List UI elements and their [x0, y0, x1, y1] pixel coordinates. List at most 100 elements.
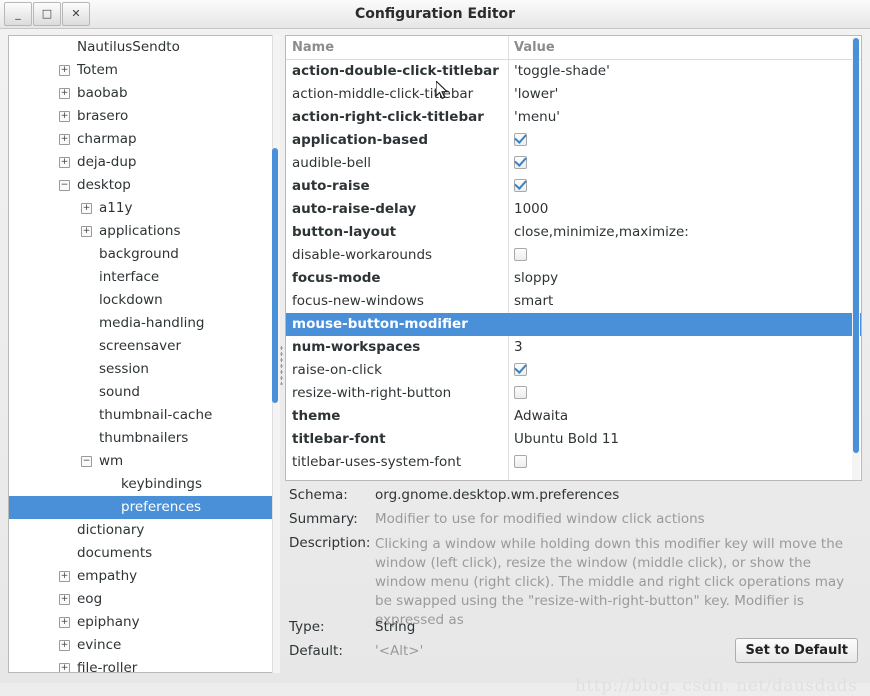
tree-item-thumbnailers[interactable]: thumbnailers	[9, 427, 278, 450]
table-row[interactable]: audible-bell	[286, 152, 861, 175]
tree-item-deja-dup[interactable]: + deja-dup	[9, 151, 278, 174]
tree-item-epiphany[interactable]: + epiphany	[9, 611, 278, 634]
tree-item-evince[interactable]: + evince	[9, 634, 278, 657]
tree-item-totem[interactable]: + Totem	[9, 59, 278, 82]
key-value-checkbox[interactable]	[514, 451, 527, 474]
table-row[interactable]: focus-new-windows smart	[286, 290, 861, 313]
tree-item-background[interactable]: background	[9, 243, 278, 266]
table-row[interactable]: mouse-button-modifier	[286, 313, 861, 336]
key-name: auto-raise-delay	[292, 201, 417, 217]
configuration-editor-window: _ □ ✕ Configuration Editor NautilusSendt…	[0, 0, 870, 696]
tree-expander-plus-icon[interactable]: +	[59, 134, 70, 145]
tree-item-screensaver[interactable]: screensaver	[9, 335, 278, 358]
tree-item-desktop[interactable]: − desktop	[9, 174, 278, 197]
tree-item-media-handling[interactable]: media-handling	[9, 312, 278, 335]
tree-item-a11y[interactable]: + a11y	[9, 197, 278, 220]
table-scrollbar-thumb[interactable]	[853, 38, 859, 453]
key-value-checkbox[interactable]	[514, 244, 527, 267]
tree-expander-minus-icon[interactable]: −	[81, 456, 92, 467]
tree-item-label: NautilusSendto	[77, 39, 180, 55]
key-value-checkbox[interactable]	[514, 359, 527, 382]
checkbox-checked-icon[interactable]	[514, 363, 527, 376]
tree-expander-plus-icon[interactable]: +	[59, 65, 70, 76]
key-value: Ubuntu Bold 11	[514, 431, 620, 447]
table-row[interactable]: num-workspaces 3	[286, 336, 861, 359]
column-header-name[interactable]: Name	[292, 36, 334, 59]
schema-tree[interactable]: NautilusSendto + Totem + baobab + brasero + char…	[8, 35, 279, 673]
tree-expander-plus-icon[interactable]: +	[59, 663, 70, 672]
tree-item-keybindings[interactable]: keybindings	[9, 473, 278, 496]
tree-expander-plus-icon[interactable]: +	[81, 226, 92, 237]
tree-expander-plus-icon[interactable]: +	[59, 594, 70, 605]
table-row[interactable]: action-middle-click-titlebar'lower'	[286, 83, 861, 106]
tree-item-session[interactable]: session	[9, 358, 278, 381]
tree-item-lockdown[interactable]: lockdown	[9, 289, 278, 312]
tree-item-wm[interactable]: − wm	[9, 450, 278, 473]
set-to-default-button[interactable]: Set to Default	[735, 638, 858, 663]
checkbox-checked-icon[interactable]	[514, 133, 527, 146]
tree-item-interface[interactable]: interface	[9, 266, 278, 289]
tree-item-label: thumbnailers	[99, 430, 189, 446]
table-row[interactable]: button-layout close,minimize,maximize:	[286, 221, 861, 244]
key-table[interactable]: Name Value action-double-click-titlebar '…	[285, 35, 862, 481]
tree-item-label: a11y	[99, 200, 133, 216]
tree-item-label: dictionary	[77, 522, 145, 538]
type-label: Type:	[289, 619, 325, 635]
tree-item-brasero[interactable]: + brasero	[9, 105, 278, 128]
tree-item-eog[interactable]: + eog	[9, 588, 278, 611]
table-row[interactable]: titlebar-font Ubuntu Bold 11	[286, 428, 861, 451]
key-name: raise-on-click	[292, 362, 382, 378]
tree-item-documents[interactable]: documents	[9, 542, 278, 565]
checkbox-unchecked-icon[interactable]	[514, 455, 527, 468]
table-row[interactable]: auto-raise	[286, 175, 861, 198]
table-row[interactable]: focus-mode sloppy	[286, 267, 861, 290]
tree-item-preferences[interactable]: preferences	[9, 496, 278, 519]
tree-item-label: keybindings	[121, 476, 202, 492]
tree-expander-plus-icon[interactable]: +	[59, 571, 70, 582]
key-value-checkbox[interactable]	[514, 129, 527, 152]
window-title: Configuration Editor	[354, 6, 516, 22]
table-row[interactable]: action-double-click-titlebar 'toggle-shad…	[286, 60, 861, 83]
key-value-checkbox[interactable]	[514, 152, 527, 175]
tree-expander-plus-icon[interactable]: +	[59, 640, 70, 651]
tree-item-applications[interactable]: + applications	[9, 220, 278, 243]
tree-item-empathy[interactable]: + empathy	[9, 565, 278, 588]
key-value-checkbox[interactable]	[514, 175, 527, 198]
schema-row: Schema: org.gnome.desktop.wm.preferences	[285, 487, 862, 509]
table-row[interactable]: resize-with-right-button	[286, 382, 861, 405]
table-row[interactable]: raise-on-click	[286, 359, 861, 382]
splitter-grip-icon	[280, 345, 283, 385]
tree-scrollbar-thumb[interactable]	[272, 148, 278, 403]
table-row[interactable]: auto-raise-delay 1000	[286, 198, 861, 221]
checkbox-unchecked-icon[interactable]	[514, 248, 527, 261]
key-name: focus-new-windows	[292, 293, 424, 309]
tree-expander-plus-icon[interactable]: +	[59, 111, 70, 122]
tree-item-dictionary[interactable]: dictionary	[9, 519, 278, 542]
tree-item-baobab[interactable]: + baobab	[9, 82, 278, 105]
tree-expander-plus-icon[interactable]: +	[59, 157, 70, 168]
checkbox-checked-icon[interactable]	[514, 156, 527, 169]
tree-item-nautilussendto[interactable]: NautilusSendto	[9, 36, 278, 59]
key-value: 3	[514, 339, 523, 355]
table-row[interactable]: action-right-click-titlebar 'menu'	[286, 106, 861, 129]
checkbox-unchecked-icon[interactable]	[514, 386, 527, 399]
tree-expander-minus-icon[interactable]: −	[59, 180, 70, 191]
tree-item-sound[interactable]: sound	[9, 381, 278, 404]
tree-item-thumbnail-cache[interactable]: thumbnail-cache	[9, 404, 278, 427]
table-row[interactable]: disable-workarounds	[286, 244, 861, 267]
tree-item-charmap[interactable]: + charmap	[9, 128, 278, 151]
table-row[interactable]: theme Adwaita	[286, 405, 861, 428]
tree-item-label: empathy	[77, 568, 138, 584]
tree-item-label: deja-dup	[77, 154, 137, 170]
column-header-value[interactable]: Value	[514, 36, 555, 59]
tree-item-label: background	[99, 246, 179, 262]
tree-item-file-roller[interactable]: + file-roller	[9, 657, 278, 672]
tree-expander-plus-icon[interactable]: +	[59, 617, 70, 628]
tree-item-label: epiphany	[77, 614, 140, 630]
table-row[interactable]: application-based	[286, 129, 861, 152]
checkbox-checked-icon[interactable]	[514, 179, 527, 192]
table-row[interactable]: titlebar-uses-system-font	[286, 451, 861, 474]
tree-expander-plus-icon[interactable]: +	[59, 88, 70, 99]
tree-expander-plus-icon[interactable]: +	[81, 203, 92, 214]
key-value-checkbox[interactable]	[514, 382, 527, 405]
